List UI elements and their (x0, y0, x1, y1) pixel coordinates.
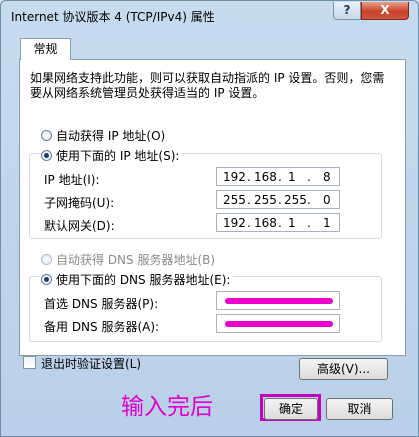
dialog-window: Internet 协议版本 4 (TCP/IPv4) 属性 ? X 常规 如果网… (0, 0, 419, 437)
dns-auto-option[interactable]: 自动获得 DNS 服务器地址(B) (41, 251, 215, 267)
ip-octet: 0 (323, 193, 331, 207)
validate-on-exit-label: 退出时验证设置(L) (41, 357, 142, 371)
ip-address-input[interactable]: 192 . 168 . 1 . 8 (216, 167, 340, 186)
dns-auto-label: 自动获得 DNS 服务器地址(B) (56, 252, 216, 267)
dns-manual-radio[interactable] (41, 273, 52, 285)
redaction-mark (225, 298, 333, 304)
ip-auto-option[interactable]: 自动获得 IP 地址(O) (41, 127, 165, 143)
title-bar[interactable]: Internet 协议版本 4 (TCP/IPv4) 属性 ? X (1, 1, 418, 31)
subnet-mask-input[interactable]: 255 . 255 . 255 . 0 (216, 190, 340, 209)
subnet-mask-label: 子网掩码(U): (44, 196, 115, 210)
annotation-text: 输入完后 (121, 394, 213, 420)
ip-octet: 1 (323, 216, 331, 230)
ok-button[interactable]: 确定 (264, 398, 318, 420)
default-gateway-label: 默认网关(D): (44, 219, 115, 233)
advanced-button[interactable]: 高级(V)... (299, 358, 388, 380)
ip-manual-radio[interactable] (41, 149, 52, 161)
ip-octet: 168 (254, 216, 277, 230)
ip-octet: 1 (288, 170, 296, 184)
validate-on-exit-checkbox[interactable] (23, 356, 36, 369)
ip-octet: 255 (284, 193, 307, 207)
ip-manual-label: 使用下面的 IP 地址(S): (56, 148, 180, 163)
ip-octet: 255 (223, 193, 246, 207)
dns-manual-option[interactable]: 使用下面的 DNS 服务器地址(E): (41, 271, 234, 287)
ip-octet: 192 (223, 170, 246, 184)
alternate-dns-label: 备用 DNS 服务器(A): (44, 320, 160, 334)
alternate-dns-input[interactable] (216, 314, 340, 333)
ip-octet: 255 (254, 193, 277, 207)
default-gateway-input[interactable]: 192 . 168 . 1 . 1 (216, 213, 340, 232)
ip-octet: 192 (223, 216, 246, 230)
window-title: Internet 协议版本 4 (TCP/IPv4) 属性 (11, 10, 215, 24)
ip-octet: 8 (323, 170, 331, 184)
description-text: 如果网络支持此功能，则可以获取自动指派的 IP 设置。否则，您需要从网络系统管理… (30, 71, 385, 100)
redaction-mark (225, 321, 333, 327)
cancel-button[interactable]: 取消 (326, 398, 393, 420)
ip-auto-radio[interactable] (41, 129, 52, 141)
close-button[interactable]: X (361, 2, 409, 20)
ip-octet: 168 (254, 170, 277, 184)
preferred-dns-input[interactable] (216, 291, 340, 310)
ip-auto-label: 自动获得 IP 地址(O) (56, 128, 166, 143)
ip-manual-option[interactable]: 使用下面的 IP 地址(S): (41, 147, 183, 163)
help-button[interactable]: ? (333, 2, 361, 20)
general-panel: 如果网络支持此功能，则可以获取自动指派的 IP 设置。否则，您需要从网络系统管理… (19, 59, 406, 356)
preferred-dns-label: 首选 DNS 服务器(P): (44, 297, 159, 311)
dns-manual-label: 使用下面的 DNS 服务器地址(E): (56, 272, 231, 287)
ip-octet: 1 (288, 216, 296, 230)
dns-auto-radio[interactable] (41, 253, 52, 265)
ip-address-label: IP 地址(I): (44, 173, 100, 187)
tab-general[interactable]: 常规 (20, 38, 71, 60)
